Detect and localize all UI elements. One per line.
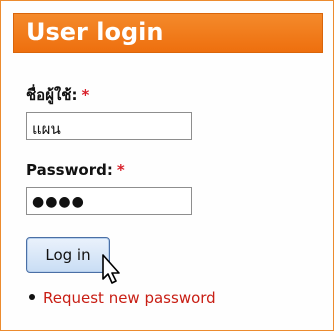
block-title: User login (26, 18, 164, 46)
password-label: Password: * (26, 161, 125, 179)
block-header: User login (13, 13, 323, 53)
password-value: ●●●● (32, 194, 85, 210)
bullet-icon (29, 294, 35, 300)
username-value: แผน (32, 120, 61, 138)
password-label-text: Password: (26, 161, 113, 179)
required-mark: * (116, 161, 125, 179)
username-label: ชื่อผู้ใช้: * (26, 83, 89, 107)
request-new-password-link[interactable]: Request new password (43, 289, 216, 307)
username-label-text: ชื่อผู้ใช้: (26, 86, 78, 104)
list-item: Request new password (27, 289, 216, 307)
username-field[interactable]: แผน (26, 112, 192, 140)
password-field[interactable]: ●●●● (26, 187, 192, 215)
mouse-cursor-icon (102, 254, 120, 284)
user-login-block: User login ชื่อผู้ใช้: * แผน Password: * ●… (0, 0, 334, 331)
required-mark: * (81, 86, 90, 104)
